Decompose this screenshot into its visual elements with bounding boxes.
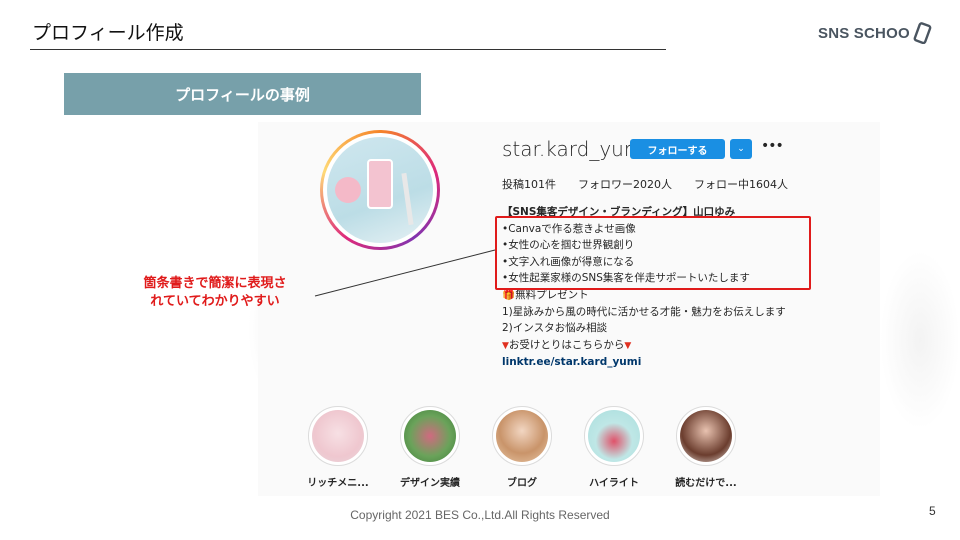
follow-button[interactable]: フォローする (630, 139, 725, 159)
avatar-image (327, 137, 433, 243)
profile-stats: 投稿101件 フォロワー2020人 フォロー中1604人 (502, 176, 788, 192)
highlight-item[interactable]: リッチメニ... (298, 406, 378, 489)
chevron-down-icon[interactable]: ⌄ (730, 139, 752, 159)
highlight-item[interactable]: デザイン実績 (390, 406, 470, 489)
slide-title: プロフィール作成 (32, 22, 184, 44)
gift-icon: 🎁 (502, 288, 516, 301)
down-triangle-icon: ▼ (624, 340, 632, 351)
more-icon[interactable]: ••• (761, 138, 784, 154)
bio-line: 2)インスタお悩み相談 (502, 322, 608, 335)
receive-line: ▼お受けとりはこちらから▼ (502, 338, 632, 351)
flower-shape (335, 177, 361, 203)
title-divider (30, 49, 666, 50)
phone-shape (367, 159, 393, 209)
following-count[interactable]: フォロー中1604人 (694, 176, 788, 192)
callout-line-1: 箇条書きで簡潔に表現さ (143, 276, 287, 291)
bio-line: 1)星詠みから風の時代に活かせる才能・魅力をお伝えします (502, 305, 786, 318)
page-number: 5 (929, 504, 936, 518)
logo: SNS SCHOO (818, 22, 933, 44)
section-label: プロフィールの事例 (64, 73, 421, 115)
highlight-item[interactable]: ハイライト (574, 406, 654, 489)
logo-text: SNS SCHOO (818, 24, 910, 42)
down-triangle-icon: ▼ (502, 340, 509, 351)
highlight-image (404, 410, 456, 462)
background-decoration (880, 250, 960, 430)
instagram-profile-screenshot: star.kard_yumi フォローする ⌄ ••• 投稿101件 フォロワー… (258, 122, 880, 496)
posts-count[interactable]: 投稿101件 (502, 176, 556, 192)
story-highlights: リッチメニ... デザイン実績 ブログ ハイライト 読むだけで... (258, 406, 880, 489)
callout-annotation: 箇条書きで簡潔に表現さ れていてわかりやすい (122, 275, 308, 311)
bullet-highlight-box (495, 216, 811, 290)
callout-line-2: れていてわかりやすい (150, 294, 280, 309)
phone-icon (913, 22, 932, 44)
highlight-image (496, 410, 548, 462)
highlight-image (588, 410, 640, 462)
followers-count[interactable]: フォロワー2020人 (578, 176, 672, 192)
bio-link[interactable]: linktr.ee/star.kard_yumi (502, 354, 862, 371)
highlight-image (312, 410, 364, 462)
highlight-item[interactable]: ブログ (482, 406, 562, 489)
highlight-item[interactable]: 読むだけで... (666, 406, 746, 489)
copyright: Copyright 2021 BES Co.,Ltd.All Rights Re… (350, 508, 610, 522)
username: star.kard_yumi (502, 137, 649, 161)
avatar[interactable] (320, 130, 440, 250)
pen-shape (401, 172, 414, 226)
highlight-image (680, 410, 732, 462)
